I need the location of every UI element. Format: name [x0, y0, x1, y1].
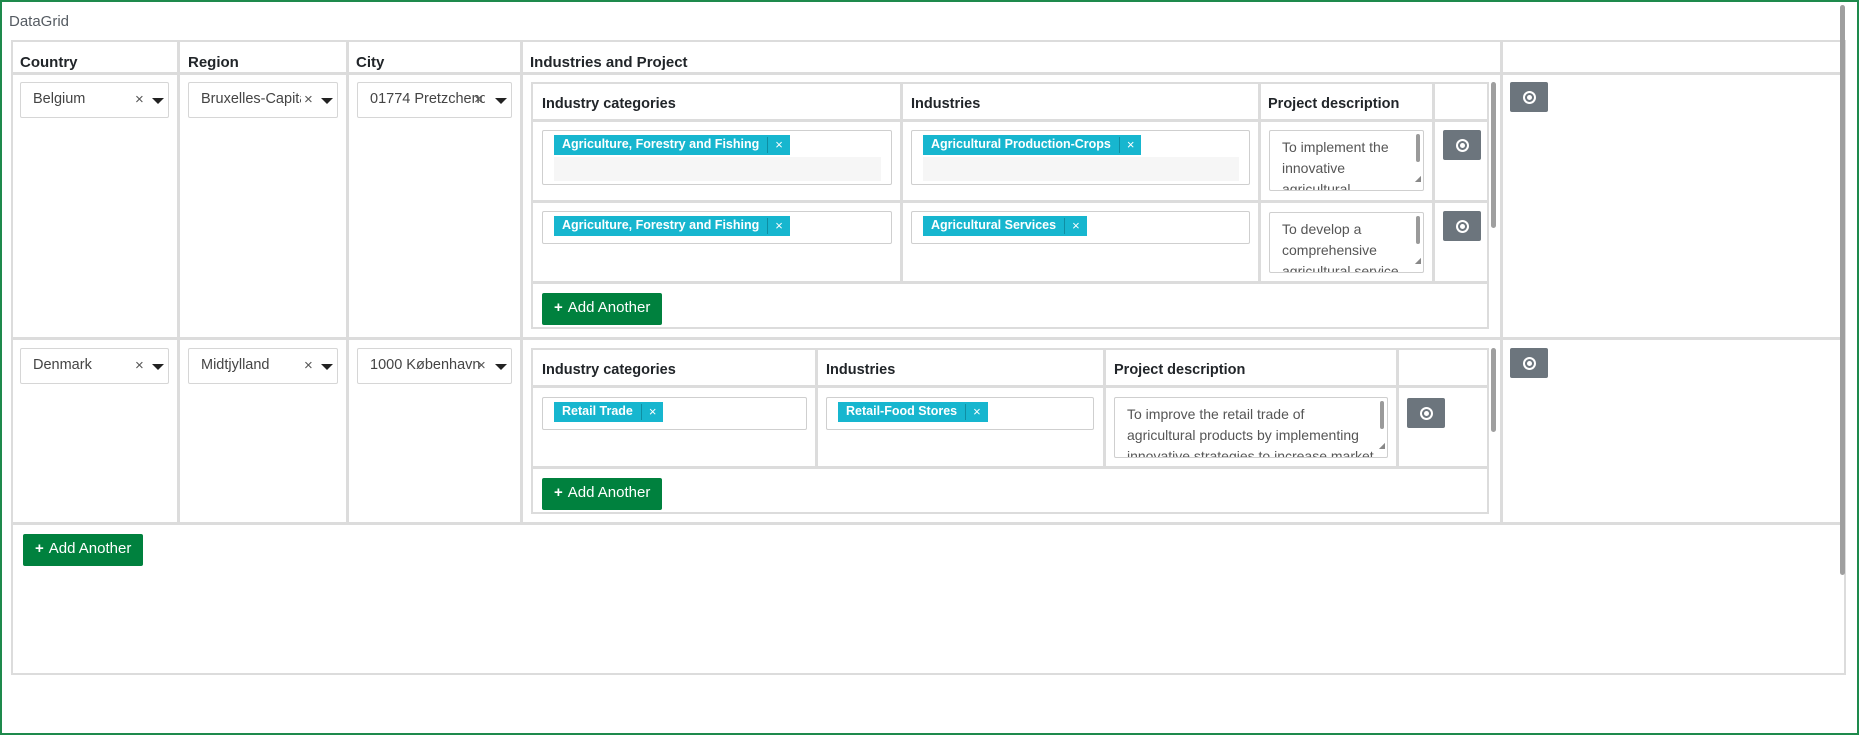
- project-panel: Industry categories Industries Project d…: [531, 348, 1489, 514]
- selected-tag: Agricultural Services ×: [923, 216, 1087, 236]
- plus-icon: +: [35, 540, 44, 557]
- city-select[interactable]: 01774 Pretzchendorf ×: [357, 82, 512, 118]
- project-description-text: To improve the retail trade of agricultu…: [1127, 406, 1374, 458]
- column-header-industry-categories: Industry categories: [542, 96, 676, 112]
- industry-category-select[interactable]: Agriculture, Forestry and Fishing ×: [542, 130, 892, 185]
- clear-icon[interactable]: ×: [477, 357, 486, 374]
- tag-remove-icon[interactable]: ×: [1064, 218, 1087, 234]
- column-header-industries: Industries: [911, 96, 981, 112]
- column-header-industries-project: Industries and Project: [530, 54, 688, 71]
- column-header-industries: Industries: [826, 362, 896, 378]
- selected-tag: Retail Trade ×: [554, 402, 664, 422]
- project-description-textarea[interactable]: To develop a comprehensive agricultural …: [1269, 212, 1424, 273]
- remove-row-button[interactable]: [1443, 130, 1481, 160]
- column-header-project-description: Project description: [1114, 362, 1246, 378]
- app-title: DataGrid: [9, 13, 70, 30]
- clear-icon[interactable]: ×: [135, 357, 144, 374]
- region-select[interactable]: Bruxelles-Capitale ×: [188, 82, 338, 118]
- add-another-button[interactable]: + Add Another: [542, 293, 663, 325]
- project-description-textarea[interactable]: To implement the innovative agricultural…: [1269, 130, 1424, 191]
- add-another-button[interactable]: + Add Another: [542, 478, 663, 510]
- tag-remove-icon[interactable]: ×: [640, 404, 664, 420]
- remove-circle-icon: [1522, 90, 1536, 104]
- chevron-down-icon[interactable]: [152, 364, 164, 370]
- remove-circle-icon: [1522, 356, 1536, 370]
- clear-icon[interactable]: ×: [474, 91, 483, 108]
- scrollbar[interactable]: [1491, 82, 1496, 228]
- clear-icon[interactable]: ×: [304, 91, 313, 108]
- remove-circle-icon: [1419, 406, 1433, 420]
- country-select[interactable]: Belgium ×: [20, 82, 169, 118]
- page-scrollbar[interactable]: [1840, 5, 1845, 575]
- chevron-down-icon[interactable]: [321, 98, 333, 104]
- selected-tag: Agricultural Production-Crops ×: [923, 135, 1142, 155]
- tag-label: Retail-Food Stores: [846, 404, 958, 418]
- remove-circle-icon: [1455, 138, 1469, 152]
- city-value: 01774 Pretzchendorf: [370, 91, 485, 107]
- add-another-label: Add Another: [567, 484, 651, 501]
- tag-remove-icon[interactable]: ×: [767, 137, 790, 153]
- column-header-project-description: Project description: [1268, 96, 1400, 112]
- column-header-region: Region: [188, 54, 239, 71]
- selected-tag: Retail-Food Stores ×: [838, 402, 988, 422]
- clear-icon[interactable]: ×: [304, 357, 313, 374]
- tag-label: Agricultural Production-Crops: [931, 137, 1111, 151]
- industry-select[interactable]: Retail-Food Stores ×: [826, 397, 1094, 430]
- chevron-down-icon[interactable]: [321, 364, 333, 370]
- chevron-down-icon[interactable]: [495, 98, 507, 104]
- chevron-down-icon[interactable]: [152, 98, 164, 104]
- add-another-button[interactable]: + Add Another: [23, 534, 144, 566]
- tag-label: Agriculture, Forestry and Fishing: [562, 218, 760, 232]
- tag-remove-icon[interactable]: ×: [1118, 137, 1142, 153]
- project-description-textarea[interactable]: To improve the retail trade of agricultu…: [1114, 397, 1388, 458]
- data-grid: Country Region City Industries and Proje…: [11, 40, 1846, 675]
- clear-icon[interactable]: ×: [135, 91, 144, 108]
- city-value: 1000 København K: [370, 357, 480, 373]
- project-description-text: To implement the innovative agricultural…: [1282, 139, 1389, 191]
- country-value: Belgium: [33, 91, 86, 107]
- add-another-label: Add Another: [48, 540, 132, 557]
- plus-icon: +: [554, 299, 563, 316]
- selected-tag: Agriculture, Forestry and Fishing ×: [554, 135, 790, 155]
- column-header-industry-categories: Industry categories: [542, 362, 676, 378]
- project-panel: Industry categories Industries Project d…: [531, 82, 1489, 329]
- tag-remove-icon[interactable]: ×: [965, 404, 988, 420]
- project-description-text: To develop a comprehensive agricultural …: [1282, 221, 1399, 273]
- selected-tag: Agriculture, Forestry and Fishing ×: [554, 216, 790, 236]
- industry-select[interactable]: Agricultural Services ×: [911, 211, 1250, 244]
- industry-category-select[interactable]: Agriculture, Forestry and Fishing ×: [542, 211, 892, 244]
- column-header-country: Country: [20, 54, 78, 71]
- country-select[interactable]: Denmark ×: [20, 348, 169, 384]
- column-header-city: City: [356, 54, 385, 71]
- tag-label: Agriculture, Forestry and Fishing: [562, 137, 760, 151]
- chevron-down-icon[interactable]: [495, 364, 507, 370]
- tag-label: Retail Trade: [562, 404, 633, 418]
- tag-label: Agricultural Services: [931, 218, 1057, 232]
- remove-row-button[interactable]: [1510, 348, 1548, 378]
- industry-category-select[interactable]: Retail Trade ×: [542, 397, 807, 430]
- add-another-label: Add Another: [567, 299, 651, 316]
- plus-icon: +: [554, 484, 563, 501]
- region-value: Bruxelles-Capitale: [201, 91, 301, 107]
- remove-row-button[interactable]: [1510, 82, 1548, 112]
- city-select[interactable]: 1000 København K ×: [357, 348, 512, 384]
- tag-remove-icon[interactable]: ×: [767, 218, 790, 234]
- remove-row-button[interactable]: [1407, 398, 1445, 428]
- remove-row-button[interactable]: [1443, 211, 1481, 241]
- scrollbar[interactable]: [1491, 348, 1496, 432]
- region-select[interactable]: Midtjylland ×: [188, 348, 338, 384]
- country-value: Denmark: [33, 357, 92, 373]
- region-value: Midtjylland: [201, 357, 270, 373]
- remove-circle-icon: [1455, 219, 1469, 233]
- industry-select[interactable]: Agricultural Production-Crops ×: [911, 130, 1250, 185]
